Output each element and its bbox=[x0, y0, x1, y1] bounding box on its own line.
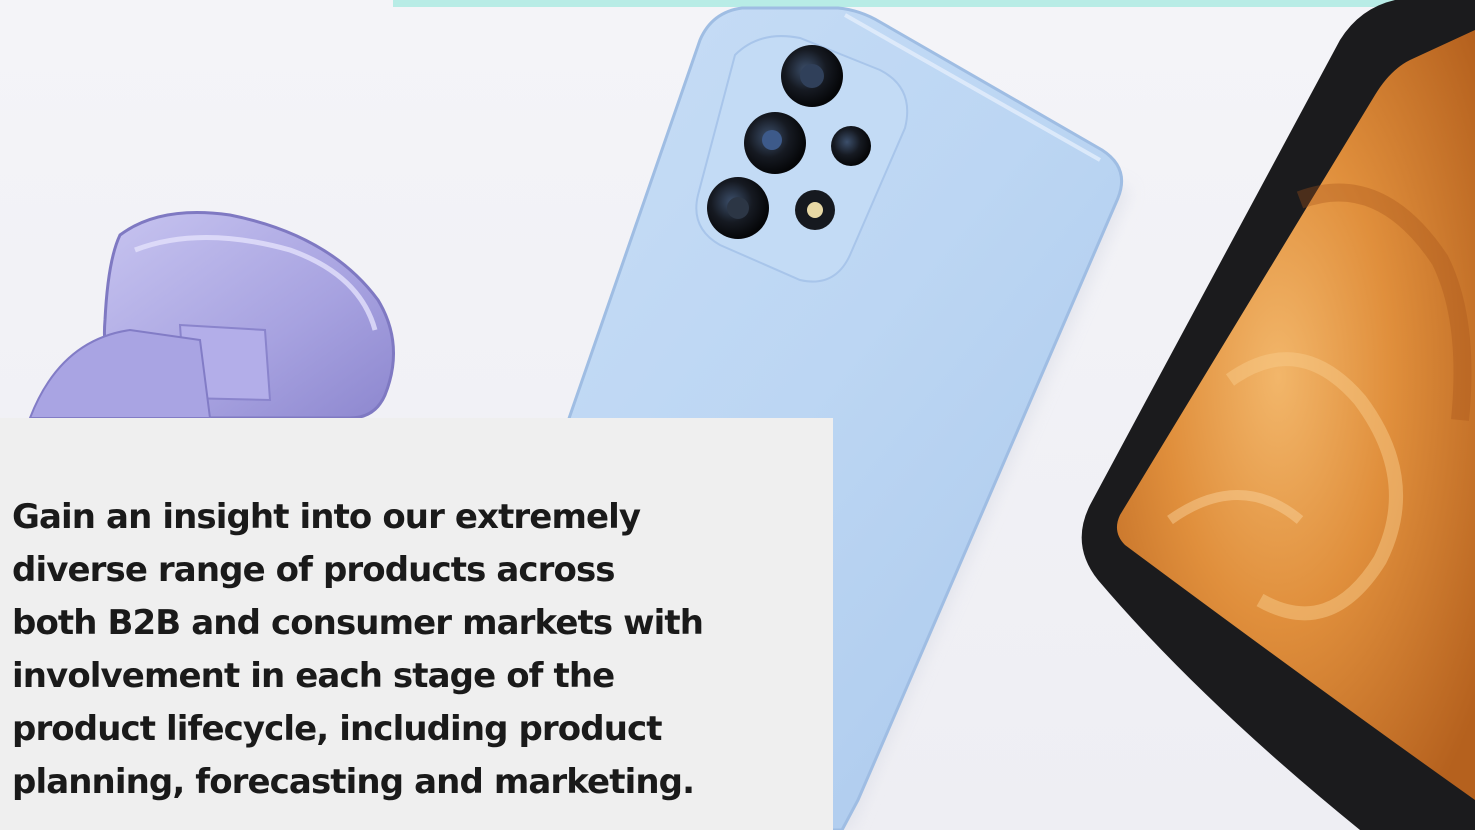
description-line: product lifecycle, including product bbox=[12, 709, 663, 749]
earbuds-case bbox=[28, 211, 395, 420]
hero-banner: Gain an insight into our extremely diver… bbox=[0, 0, 1475, 830]
tablet bbox=[1081, 0, 1475, 830]
description-text: Gain an insight into our extremely diver… bbox=[12, 491, 712, 809]
description-line: Gain an insight into our extremely bbox=[12, 497, 641, 537]
camera-lens-icon bbox=[831, 126, 871, 166]
description-line: diverse range of products across bbox=[12, 550, 616, 590]
description-line: involvement in each stage of the bbox=[12, 656, 615, 696]
description-line: planning, forecasting and marketing. bbox=[12, 762, 695, 802]
description-line: both B2B and consumer markets with bbox=[12, 603, 704, 643]
